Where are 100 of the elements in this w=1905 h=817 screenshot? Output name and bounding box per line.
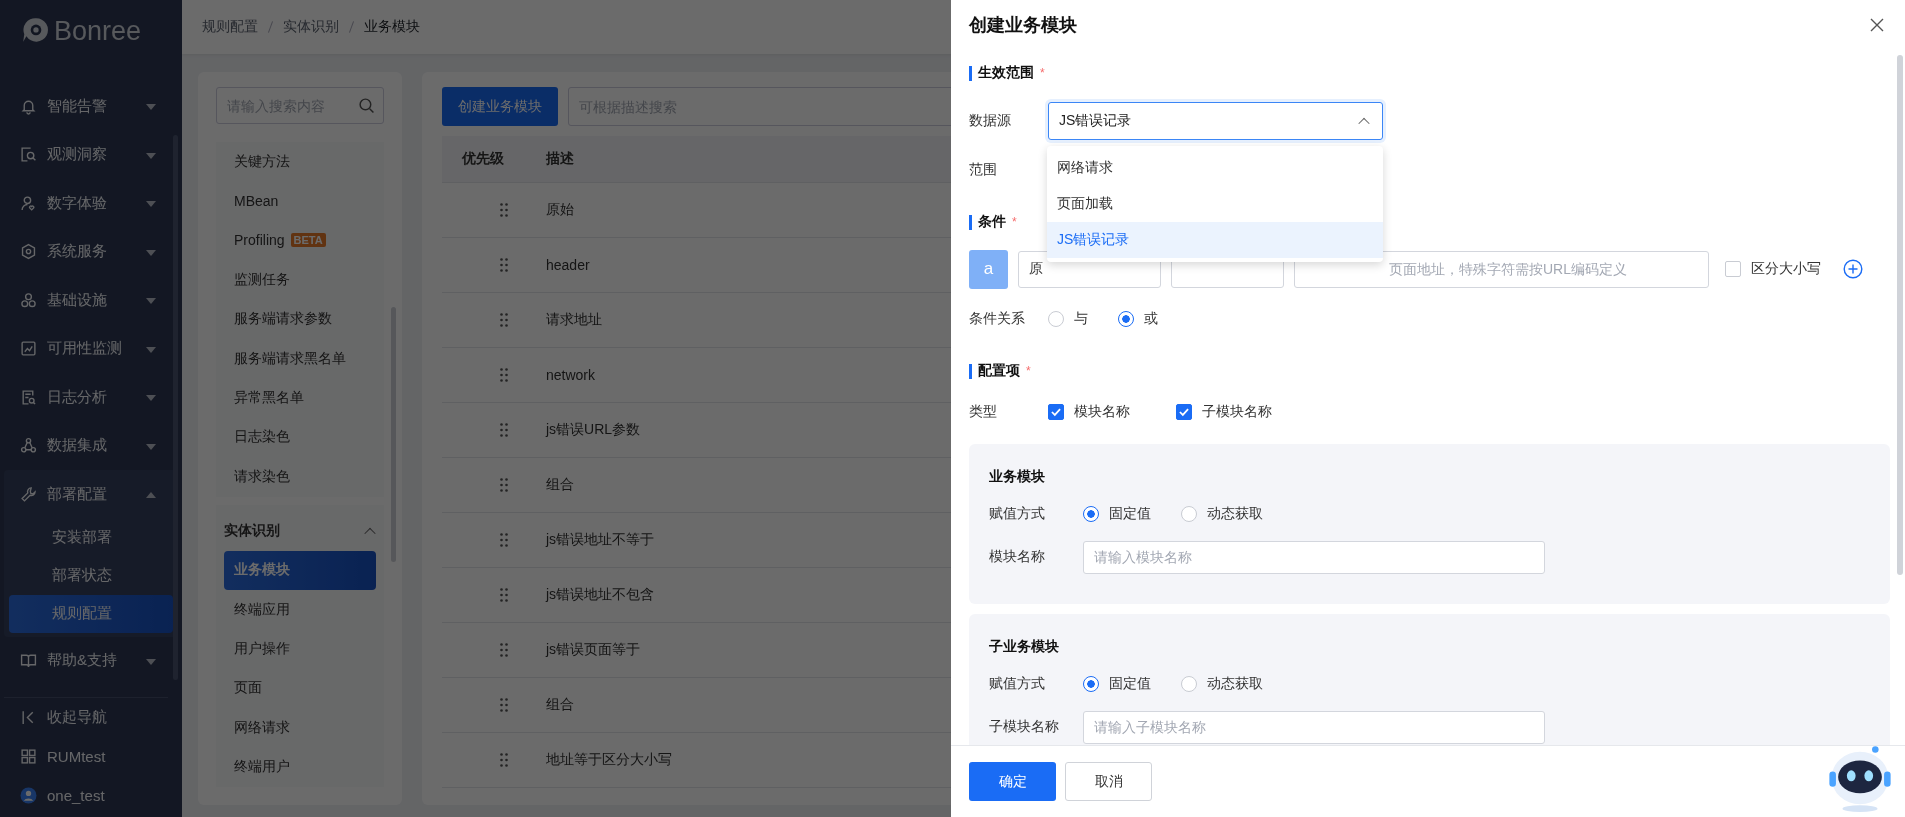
scrollbar[interactable] [173, 135, 178, 680]
radio-label: 固定值 [1109, 675, 1151, 693]
circles-icon [20, 291, 37, 309]
dropdown-option[interactable]: 页面加载 [1047, 185, 1383, 222]
menu-item[interactable]: 页面 [220, 668, 380, 709]
nav-subitem[interactable]: 部署状态 [9, 556, 173, 595]
card-title: 子业务模块 [989, 637, 1060, 656]
field-label: 范围 [969, 160, 998, 179]
radio-button[interactable] [1181, 506, 1197, 522]
menu-item[interactable]: 服务端请求参数 [220, 299, 380, 339]
field-label: 赋值方式 [989, 675, 1046, 693]
menu-item[interactable]: 终端用户 [220, 747, 380, 787]
menu-item[interactable]: 业务模块 [224, 550, 376, 590]
breadcrumb-link[interactable]: 实体识别 [283, 18, 339, 36]
close-icon[interactable] [1869, 17, 1885, 33]
drag-handle-icon[interactable] [500, 588, 508, 602]
column-header: 优先级 [461, 150, 505, 168]
add-icon[interactable] [1843, 259, 1863, 279]
required-mark: * [1012, 215, 1017, 229]
checkbox-label: 区分大小写 [1751, 260, 1821, 278]
radio-button[interactable] [1083, 506, 1099, 522]
section-title: 生效范围 [978, 64, 1034, 82]
radio-button[interactable] [1083, 676, 1099, 692]
beta-badge: BETA [290, 233, 326, 248]
nav-item[interactable]: 帮助&支持 [0, 636, 182, 685]
menu-group-header[interactable]: 实体识别 [220, 510, 380, 551]
logo-text: Bonree [54, 15, 142, 47]
nav-item[interactable]: 观测洞察 [0, 130, 182, 179]
menu-item[interactable]: Profiling BETA [220, 220, 380, 261]
field-label: 赋值方式 [989, 505, 1046, 523]
menu-item[interactable]: 网络请求 [220, 708, 380, 748]
wrench-icon [20, 485, 37, 503]
radio-button[interactable] [1048, 310, 1064, 327]
checkbox-label: 模块名称 [1074, 403, 1130, 421]
table-cell: js错误页面等于 [546, 641, 641, 659]
drag-handle-icon[interactable] [500, 643, 508, 657]
drag-handle-icon[interactable] [500, 478, 508, 492]
field-label: 条件关系 [969, 309, 1026, 328]
select-field[interactable]: 原 [1018, 250, 1161, 288]
section-title: 条件 [978, 213, 1006, 231]
table-cell: 请求地址 [546, 311, 602, 329]
table-cell: network [546, 367, 596, 383]
breadcrumb-link[interactable]: 规则配置 [202, 18, 258, 36]
menu-item[interactable]: 终端应用 [220, 589, 380, 630]
menu-item[interactable]: 异常黑名单 [220, 378, 380, 418]
scrollbar[interactable] [1897, 55, 1903, 575]
drag-handle-icon[interactable] [500, 313, 508, 327]
drawer-title: 创建业务模块 [969, 14, 1077, 37]
nav-item[interactable]: one_test [4, 776, 168, 815]
menu-item[interactable]: 日志染色 [220, 417, 380, 458]
menu-item[interactable]: MBean [220, 181, 380, 221]
create-button[interactable]: 创建业务模块 [442, 87, 558, 126]
nav-item[interactable]: 收起导航 [4, 698, 168, 737]
radio-button[interactable] [1118, 310, 1134, 327]
dropdown-option[interactable]: JS错误记录 [1047, 221, 1383, 258]
nav-subitem[interactable]: 规则配置 [9, 594, 173, 633]
table-cell: header [546, 257, 590, 273]
checkbox[interactable] [1725, 261, 1741, 277]
nav-item[interactable]: RUMtest [4, 737, 168, 776]
menu-item[interactable]: 请求染色 [220, 457, 380, 497]
drag-handle-icon[interactable] [500, 423, 508, 437]
select-field[interactable]: JS错误记录 [1048, 101, 1383, 140]
condition-tag: a [969, 249, 1008, 289]
checkbox-label: 子模块名称 [1202, 403, 1272, 421]
radio-button[interactable] [1181, 676, 1197, 692]
magnifier-icon [20, 146, 37, 164]
nav-subitem[interactable]: 安装部署 [9, 518, 173, 557]
hexagon-icon [20, 243, 37, 261]
drag-handle-icon[interactable] [500, 258, 508, 272]
section-marker [969, 214, 972, 230]
drag-handle-icon[interactable] [500, 753, 508, 767]
dropdown-option[interactable]: 网络请求 [1047, 149, 1383, 186]
required-mark: * [1026, 364, 1031, 378]
input-field[interactable]: 页面地址，特殊字符需按URL编码定义 [1294, 250, 1709, 288]
document-search-icon [20, 388, 37, 406]
share-icon [20, 437, 37, 455]
cancel-button[interactable]: 取消 [1065, 762, 1152, 801]
radio-label: 与 [1074, 309, 1088, 328]
drag-handle-icon[interactable] [500, 533, 508, 547]
nav-item[interactable]: 智能告警 [0, 82, 182, 131]
breadcrumb-link[interactable]: 业务模块 [364, 18, 420, 36]
avatar-icon [20, 787, 37, 804]
checkbox[interactable] [1048, 404, 1064, 420]
menu-item[interactable]: 监测任务 [220, 260, 380, 300]
drag-handle-icon[interactable] [500, 698, 508, 712]
drag-handle-icon[interactable] [500, 368, 508, 382]
table-cell: js错误URL参数 [546, 421, 641, 439]
menu-item[interactable]: 关键方法 [220, 142, 380, 182]
drag-handle-icon[interactable] [500, 203, 508, 217]
table-cell: 组合 [546, 696, 574, 714]
menu-item[interactable]: 用户操作 [220, 629, 380, 669]
menu-item[interactable]: 服务端请求黑名单 [220, 338, 380, 379]
field-label: 类型 [969, 403, 998, 421]
checkbox[interactable] [1176, 404, 1192, 420]
table-cell: 地址等于区分大小写 [546, 751, 672, 769]
table-cell: js错误地址不等于 [546, 531, 655, 549]
confirm-button[interactable]: 确定 [969, 762, 1056, 801]
input-field[interactable]: 请输入模块名称 [1083, 540, 1545, 574]
input-field[interactable]: 请输入子模块名称 [1083, 710, 1545, 744]
search-icon [358, 97, 375, 114]
